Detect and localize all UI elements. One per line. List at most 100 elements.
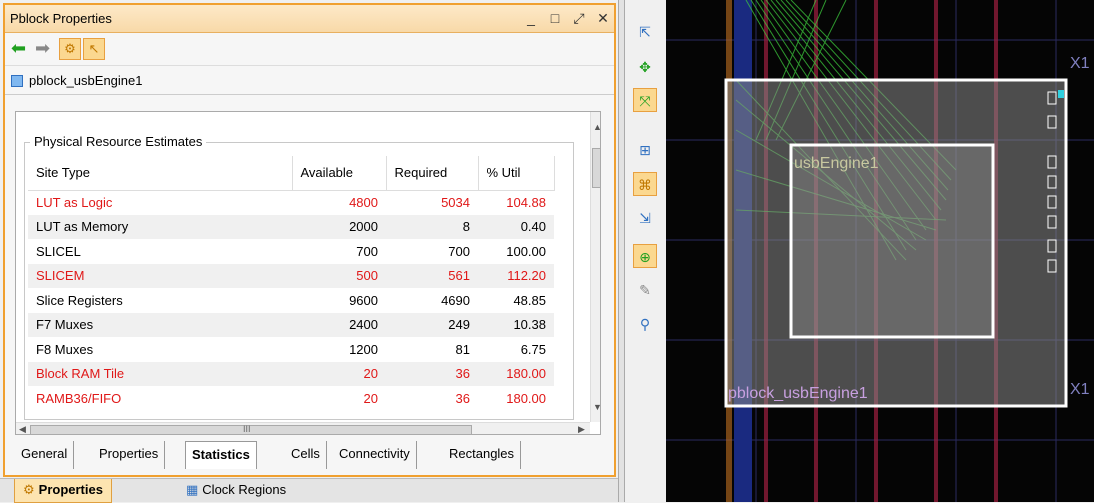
- search-wand-icon[interactable]: ⚲: [633, 312, 657, 336]
- device-canvas[interactable]: usbEngine1 pblock_usbEngine1 X1 X1: [666, 0, 1094, 502]
- auto-fit-selection-icon[interactable]: ⤧: [633, 88, 657, 112]
- cell-required: 700: [448, 243, 470, 259]
- cell-required: 5034: [441, 195, 470, 210]
- move-icon[interactable]: ⇲: [633, 206, 657, 230]
- horizontal-scroll-thumb[interactable]: III: [30, 424, 472, 434]
- table-row[interactable]: LUT as Logic 4800 5034 104.88: [28, 190, 554, 215]
- cell-required: 4690: [441, 292, 470, 308]
- statistics-content: Physical Resource Estimates Site Type Av…: [15, 111, 601, 435]
- cell-required: 81: [455, 341, 470, 357]
- cell-util: 104.88: [506, 195, 546, 210]
- table-row[interactable]: SLICEL 700 700 100.00: [28, 239, 554, 264]
- horizontal-scrollbar[interactable]: ◀ III ▶: [16, 422, 590, 434]
- tab-statistics[interactable]: Statistics: [185, 441, 257, 469]
- cell-required: 36: [386, 361, 478, 386]
- draw-pblock-icon[interactable]: ⊞: [633, 138, 657, 162]
- close-button[interactable]: ✕: [594, 9, 612, 27]
- column-header-site-type[interactable]: Site Type: [28, 156, 293, 191]
- table-row[interactable]: Block RAM Tile 20 36 180.00: [28, 361, 554, 386]
- cell-util: 100.00: [506, 243, 546, 259]
- cell-required: 36: [455, 390, 470, 406]
- cell-available: 2400: [292, 312, 386, 337]
- clock-regions-tab-icon: ▦: [186, 482, 199, 497]
- scroll-up-icon[interactable]: ▲: [593, 122, 600, 132]
- cell-util: 10.38: [478, 312, 554, 337]
- cell-site: LUT as Logic: [36, 195, 113, 210]
- group-title: Physical Resource Estimates: [30, 134, 207, 149]
- tab-rectangles[interactable]: Rectangles: [443, 441, 522, 469]
- cells-filter-icon[interactable]: ⚙: [59, 38, 81, 60]
- cell-available: 20: [363, 390, 378, 406]
- cell-util: 6.75: [520, 341, 546, 357]
- title-bar: Pblock Properties _ □ ⤢ ✕: [5, 5, 614, 33]
- pblock-icon: [11, 75, 23, 87]
- cell-required: 8: [386, 214, 478, 239]
- table-row[interactable]: Slice Registers 9600 4690 48.85: [28, 288, 554, 313]
- table-row[interactable]: LUT as Memory 2000 8 0.40: [28, 214, 554, 239]
- scroll-grip: III: [243, 424, 251, 434]
- unplace-icon[interactable]: ✎: [633, 278, 657, 302]
- navigation-toolbar: ⬅ ➡ ⚙ ↖: [5, 34, 614, 64]
- cell-available: 1200: [349, 341, 378, 357]
- table-row[interactable]: F8 Muxes 1200 81 6.75: [28, 337, 554, 362]
- forward-arrow-icon[interactable]: ➡: [35, 39, 55, 57]
- cell-available: 20: [292, 361, 386, 386]
- cell-site: RAMB36/FIFO: [36, 390, 122, 406]
- bottom-dock-tabs: ⚙ Properties ▦ Clock Regions: [0, 478, 618, 503]
- minimize-button[interactable]: _: [522, 9, 540, 27]
- device-view[interactable]: usbEngine1 pblock_usbEngine1 X1 X1: [666, 0, 1094, 502]
- cell-available: 9600: [349, 292, 378, 308]
- maximize-button[interactable]: □: [546, 9, 564, 27]
- cell-available: 500: [292, 263, 386, 288]
- tab-connectivity[interactable]: Connectivity: [333, 441, 417, 469]
- select-pointer-icon[interactable]: ↖: [83, 38, 105, 60]
- window-title: Pblock Properties: [10, 11, 112, 26]
- pblock-name: pblock_usbEngine1: [29, 73, 143, 88]
- cell-site: LUT as Memory: [28, 214, 292, 239]
- cell-available: 4800: [349, 195, 378, 210]
- table-row[interactable]: SLICEM 500 561 112.20: [28, 263, 554, 288]
- table-row[interactable]: RAMB36/FIFO 20 36 180.00: [28, 386, 554, 411]
- bottom-tab-clock-regions[interactable]: ▦ Clock Regions: [178, 479, 294, 503]
- scroll-right-icon[interactable]: ▶: [578, 424, 585, 434]
- cell-site: Slice Registers: [36, 292, 123, 308]
- float-button[interactable]: ⤢: [570, 9, 588, 27]
- cell-site: Block RAM Tile: [28, 361, 292, 386]
- clock-region-label-top: X1: [1070, 55, 1090, 72]
- cell-available: 700: [356, 243, 378, 259]
- column-header-util[interactable]: % Util: [478, 156, 555, 191]
- panel-splitter[interactable]: [618, 0, 625, 502]
- scroll-left-icon[interactable]: ◀: [19, 424, 26, 434]
- cell-available: 2000: [292, 214, 386, 239]
- properties-tab-icon: ⚙: [23, 482, 35, 497]
- resource-table: Site Type Available Required % Util LUT …: [28, 156, 555, 411]
- zoom-fit-icon[interactable]: ✥: [633, 55, 657, 79]
- column-header-required[interactable]: Required: [386, 156, 479, 191]
- cell-site: F8 Muxes: [36, 341, 94, 357]
- table-header-row: Site Type Available Required % Util: [28, 156, 555, 191]
- place-instance-icon[interactable]: ⊕: [633, 244, 657, 268]
- scroll-down-icon[interactable]: ▼: [593, 402, 600, 412]
- table-row[interactable]: F7 Muxes 2400 249 10.38: [28, 312, 554, 337]
- cell-util: 0.40: [478, 214, 554, 239]
- column-header-available[interactable]: Available: [292, 156, 387, 191]
- selected-object-bar: pblock_usbEngine1: [5, 65, 614, 95]
- cell-util: 180.00: [478, 361, 554, 386]
- pblock-inner-label: usbEngine1: [794, 155, 879, 172]
- back-arrow-icon[interactable]: ⬅: [11, 39, 31, 57]
- cell-util: 180.00: [506, 390, 546, 406]
- cell-site: SLICEL: [36, 243, 81, 259]
- bottom-tab-properties[interactable]: ⚙ Properties: [14, 479, 112, 503]
- tab-general[interactable]: General: [15, 441, 75, 469]
- pblock-properties-panel: Pblock Properties _ □ ⤢ ✕ ⬅ ➡ ⚙ ↖ pblock…: [0, 0, 618, 503]
- vertical-scroll-thumb[interactable]: [592, 148, 600, 188]
- cell-required: 561: [386, 263, 478, 288]
- route-nets-icon[interactable]: ⌘: [633, 172, 657, 196]
- bottom-tab-properties-label: Properties: [38, 482, 103, 497]
- select-mode-icon[interactable]: ⇱: [633, 20, 657, 44]
- pblock-inner-region: [791, 145, 993, 337]
- device-toolbar: ⇱ ✥ ⤧ ⊞ ⌘ ⇲ ⊕ ✎ ⚲: [625, 0, 666, 502]
- tab-cells[interactable]: Cells: [285, 441, 327, 469]
- tab-properties[interactable]: Properties: [93, 441, 166, 469]
- vertical-scrollbar[interactable]: ▲ ▼: [590, 112, 600, 422]
